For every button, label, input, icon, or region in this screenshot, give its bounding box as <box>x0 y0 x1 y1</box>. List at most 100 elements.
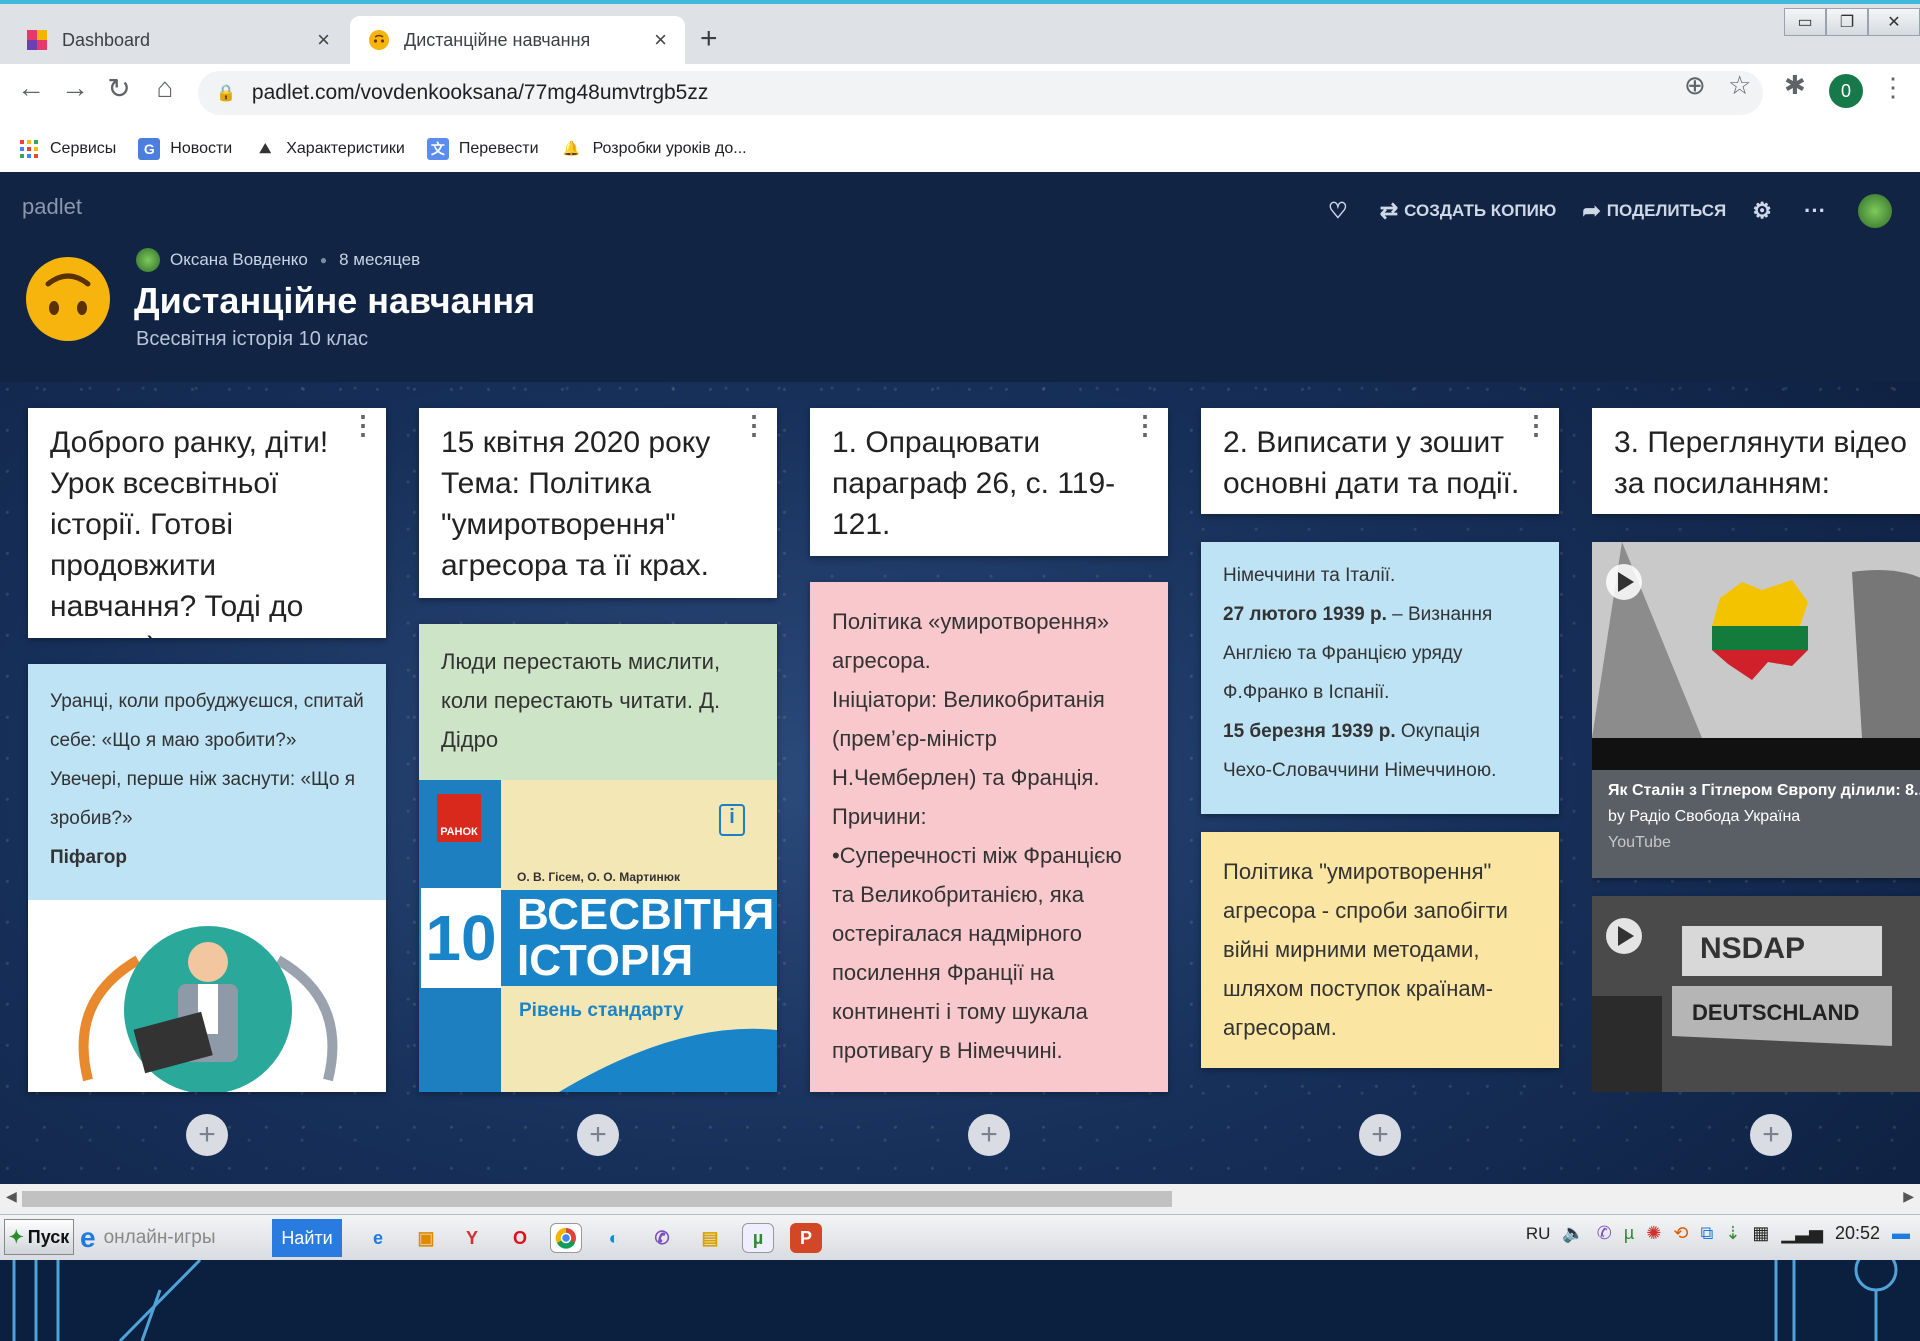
utorrent-icon[interactable]: µ <box>742 1223 774 1253</box>
address-bar[interactable]: 🔒 padlet.com/vovdenkooksana/77mg48umvtrg… <box>198 71 1763 115</box>
date-1: 27 лютого 1939 р. <box>1223 604 1387 625</box>
language-indicator[interactable]: RU <box>1526 1224 1551 1244</box>
minimize-icon[interactable]: ▭ <box>1784 8 1826 36</box>
scroll-left-arrow-icon[interactable]: ◀ <box>6 1188 17 1205</box>
bookmark-news[interactable]: G Новости <box>138 137 232 160</box>
opera-icon[interactable]: O <box>504 1223 536 1253</box>
volume-icon[interactable]: 🔈 <box>1562 1223 1584 1244</box>
yandex-icon[interactable]: Y <box>456 1223 488 1253</box>
settings-gear-icon[interactable]: ⚙ <box>1752 198 1778 224</box>
remake-icon: ⇄ <box>1379 198 1399 223</box>
taskbar-search-button[interactable]: Найти <box>272 1219 342 1257</box>
new-tab-plus-icon[interactable]: + <box>700 22 718 56</box>
copy-padlet-button[interactable]: ⇄ СОЗДАТЬ КОПИЮ <box>1380 198 1557 224</box>
tab-title: Дистанційне навчання <box>404 29 591 50</box>
viber-tray-icon[interactable]: ✆ <box>1597 1223 1612 1244</box>
video-channel: by Радіо Свобода Україна <box>1608 808 1801 825</box>
clipboard-tray-icon[interactable]: ▦ <box>1752 1223 1769 1244</box>
window-close-icon[interactable]: ✕ <box>1868 8 1920 36</box>
windows-flag-icon: ✦ <box>8 1226 24 1247</box>
quote-author: Піфагор <box>50 847 128 868</box>
add-post-button-col-3[interactable]: + <box>968 1114 1010 1156</box>
edge-icon[interactable]: ◐ <box>598 1223 630 1253</box>
home-icon[interactable]: ⌂ <box>148 72 182 104</box>
restore-icon[interactable]: ❐ <box>1826 8 1868 36</box>
date-2: 15 березня 1939 р. <box>1223 721 1396 742</box>
post-title: 3. Переглянути відео за посиланням: <box>1592 408 1920 514</box>
start-button[interactable]: ✦ Пуск <box>4 1219 74 1255</box>
bookmark-label: Характеристики <box>286 139 405 157</box>
post-menu-kebab-icon[interactable]: ⋮ <box>741 412 767 438</box>
tab-dashboard[interactable]: Dashboard × <box>8 16 348 64</box>
post-definition[interactable]: Політика "умиротворення" агресора - спро… <box>1201 832 1559 1068</box>
taskbar-search-input[interactable]: e онлайн-игры <box>80 1221 270 1255</box>
bookmark-star-icon[interactable]: ☆ <box>1728 70 1751 101</box>
dates-line: Німеччини та Італії. <box>1223 565 1396 586</box>
media-player-icon[interactable]: ▣ <box>410 1223 442 1253</box>
bookmark-lessons[interactable]: 🔔 Розробки уроків до... <box>561 138 747 160</box>
clock[interactable]: 20:52 <box>1835 1223 1880 1244</box>
post-menu-kebab-icon[interactable]: ⋮ <box>350 412 376 438</box>
padlet-logo[interactable]: padlet <box>22 194 82 220</box>
share-button[interactable]: ➦ ПОДЕЛИТЬСЯ <box>1582 198 1726 224</box>
more-dots-icon[interactable]: ··· <box>1804 198 1832 224</box>
powerpoint-icon[interactable]: P <box>790 1223 822 1253</box>
bookmark-bell-icon: 🔔 <box>562 140 581 156</box>
post-video-2[interactable]: NSDAP DEUTSCHLAND <box>1592 896 1920 1092</box>
antivirus-tray-icon[interactable]: ✺ <box>1646 1223 1661 1244</box>
bookmark-characteristics[interactable]: ⛰ Характеристики <box>254 138 405 160</box>
dates-line: Англією та Францією уряду <box>1223 643 1463 664</box>
post-key-dates[interactable]: Німеччини та Італії. 27 лютого 1939 р. –… <box>1201 542 1559 814</box>
profile-avatar[interactable]: 0 <box>1829 74 1863 108</box>
viber-icon[interactable]: ✆ <box>646 1223 678 1253</box>
bookmark-translate[interactable]: 文 Перевести <box>426 137 539 160</box>
utorrent-tray-icon[interactable]: µ <box>1624 1223 1634 1244</box>
post-task-1[interactable]: 1. Опрацювати параграф 26, с. 119-121. ⋮ <box>810 408 1168 556</box>
horizontal-scrollbar[interactable]: ◀ ▶ <box>0 1184 1920 1214</box>
forward-arrow-icon[interactable]: → <box>58 72 92 104</box>
padlet-emoji-favicon-icon <box>368 29 390 51</box>
system-tray: RU 🔈 ✆ µ ✺ ⟲ ⧉ ⇣ ▦ ▁▃▅ 20:52 ▬ <box>1526 1223 1910 1244</box>
reload-icon[interactable]: ↻ <box>102 72 136 105</box>
post-video-1[interactable]: Як Сталін з Гітлером Європу ділили: 8...… <box>1592 542 1920 878</box>
network-share-tray-icon[interactable]: ⧉ <box>1700 1223 1713 1244</box>
post-task-3[interactable]: 3. Переглянути відео за посиланням: <box>1592 408 1920 514</box>
post-appeasement-summary[interactable]: Політика «умиротворення» агресора. Ініці… <box>810 582 1168 1092</box>
tab-padlet[interactable]: Дистанційне навчання × <box>350 16 685 64</box>
add-post-button-col-2[interactable]: + <box>577 1114 619 1156</box>
folder-icon[interactable]: ▤ <box>694 1223 726 1253</box>
close-tab-icon[interactable]: × <box>654 27 667 53</box>
post-quote-pythagoras[interactable]: Уранці, коли пробуджуєшся, спитай себе: … <box>28 664 386 1092</box>
show-desktop-icon[interactable]: ▬ <box>1892 1223 1910 1244</box>
chrome-menu-kebab-icon[interactable]: ⋮ <box>1880 72 1906 103</box>
post-lesson-topic[interactable]: 15 квітня 2020 року Тема: Політика "умир… <box>419 408 777 598</box>
back-arrow-icon[interactable]: ← <box>14 72 48 104</box>
like-heart-icon[interactable]: ♡ <box>1328 198 1354 224</box>
ie-icon[interactable]: e <box>362 1223 394 1253</box>
post-menu-kebab-icon[interactable]: ⋮ <box>1523 412 1549 438</box>
user-avatar[interactable] <box>1858 194 1892 228</box>
signal-bars-icon[interactable]: ▁▃▅ <box>1781 1223 1823 1244</box>
author-avatar <box>136 248 160 272</box>
windows-taskbar: ✦ Пуск e онлайн-игры Найти e ▣ Y O ◐ ✆ ▤… <box>0 1214 1920 1260</box>
post-quote-diderot[interactable]: Люди перестають мислити, коли перестають… <box>419 624 777 1092</box>
close-tab-icon[interactable]: × <box>317 27 330 53</box>
extensions-puzzle-icon[interactable]: ✱ <box>1784 70 1806 101</box>
post-greeting[interactable]: Доброго ранку, діти! Урок всесвітньої іс… <box>28 408 386 638</box>
install-app-icon[interactable]: ⊕ <box>1684 70 1706 101</box>
scrollbar-thumb[interactable] <box>22 1191 1172 1207</box>
download-tray-icon[interactable]: ⇣ <box>1725 1223 1740 1244</box>
post-menu-kebab-icon[interactable]: ⋮ <box>1132 412 1158 438</box>
cover-swoosh <box>559 1028 777 1092</box>
post-task-2[interactable]: 2. Виписати у зошит основні дати та поді… <box>1201 408 1559 514</box>
author-name[interactable]: Оксана Вовденко <box>170 250 308 270</box>
add-post-button-col-5[interactable]: + <box>1750 1114 1792 1156</box>
chrome-icon[interactable] <box>550 1223 582 1253</box>
video-meta: Як Сталін з Гітлером Європу ділили: 8...… <box>1592 770 1920 864</box>
add-post-button-col-4[interactable]: + <box>1359 1114 1401 1156</box>
scroll-right-arrow-icon[interactable]: ▶ <box>1903 1188 1914 1205</box>
bookmark-services[interactable]: Сервисы <box>18 138 116 160</box>
update-tray-icon[interactable]: ⟲ <box>1673 1223 1688 1244</box>
add-post-button-col-1[interactable]: + <box>186 1114 228 1156</box>
summary-line: Політика «умиротворення» <box>832 609 1110 634</box>
